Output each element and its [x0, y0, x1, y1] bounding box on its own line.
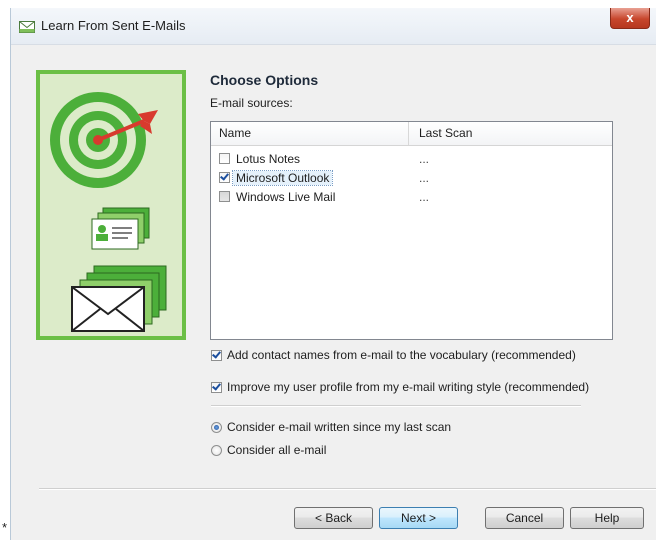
- close-button[interactable]: x: [610, 8, 650, 29]
- since-last-scan-label[interactable]: Consider e-mail written since my last sc…: [227, 420, 451, 434]
- lotus-notes-checkbox[interactable]: [219, 153, 230, 164]
- footer-mark: *: [2, 520, 8, 535]
- next-button[interactable]: Next >: [379, 507, 458, 529]
- last-scan-value: ...: [419, 152, 430, 166]
- list-header: Name Last Scan: [211, 122, 612, 146]
- email-sources-list[interactable]: Name Last Scan Lotus Notes ... Microsoft…: [210, 121, 613, 340]
- column-header-last-scan[interactable]: Last Scan: [419, 126, 472, 140]
- add-contacts-checkbox[interactable]: [211, 350, 222, 361]
- windows-live-mail-checkbox[interactable]: [219, 191, 230, 202]
- dialog-window: Learn From Sent E-Mails x Choose Options…: [10, 8, 656, 540]
- cancel-button[interactable]: Cancel: [485, 507, 564, 529]
- list-item[interactable]: Lotus Notes ...: [211, 150, 612, 169]
- add-contacts-label[interactable]: Add contact names from e-mail to the voc…: [227, 348, 576, 362]
- improve-profile-label[interactable]: Improve my user profile from my e-mail w…: [227, 380, 589, 394]
- contact-card-icon: [91, 207, 150, 250]
- email-sources-label: E-mail sources:: [210, 96, 293, 110]
- source-name: Microsoft Outlook: [231, 170, 334, 186]
- all-email-label[interactable]: Consider all e-mail: [227, 443, 326, 457]
- wizard-illustration: [36, 70, 186, 340]
- options-divider: [211, 405, 581, 407]
- column-header-name[interactable]: Name: [219, 126, 251, 140]
- column-divider[interactable]: [408, 122, 409, 145]
- since-last-scan-radio[interactable]: [211, 422, 222, 433]
- back-button[interactable]: < Back: [294, 507, 373, 529]
- source-name: Windows Live Mail: [236, 190, 336, 204]
- microsoft-outlook-checkbox[interactable]: [219, 172, 230, 183]
- window-title: Learn From Sent E-Mails: [41, 18, 186, 33]
- last-scan-value: ...: [419, 171, 430, 185]
- last-scan-value: ...: [419, 190, 430, 204]
- page-heading: Choose Options: [210, 72, 319, 88]
- close-icon: x: [626, 10, 634, 25]
- list-item[interactable]: Windows Live Mail ...: [211, 188, 612, 207]
- list-item[interactable]: Microsoft Outlook ...: [211, 169, 612, 188]
- improve-profile-checkbox[interactable]: [211, 382, 222, 393]
- target-and-envelopes-image: [50, 92, 167, 332]
- envelope-stack-icon: [71, 265, 167, 332]
- source-name: Lotus Notes: [236, 152, 301, 166]
- footer-divider: [39, 488, 656, 490]
- all-email-radio[interactable]: [211, 445, 222, 456]
- title-bar[interactable]: Learn From Sent E-Mails x: [11, 8, 656, 45]
- envelope-app-icon: [19, 21, 35, 33]
- help-button[interactable]: Help: [570, 507, 644, 529]
